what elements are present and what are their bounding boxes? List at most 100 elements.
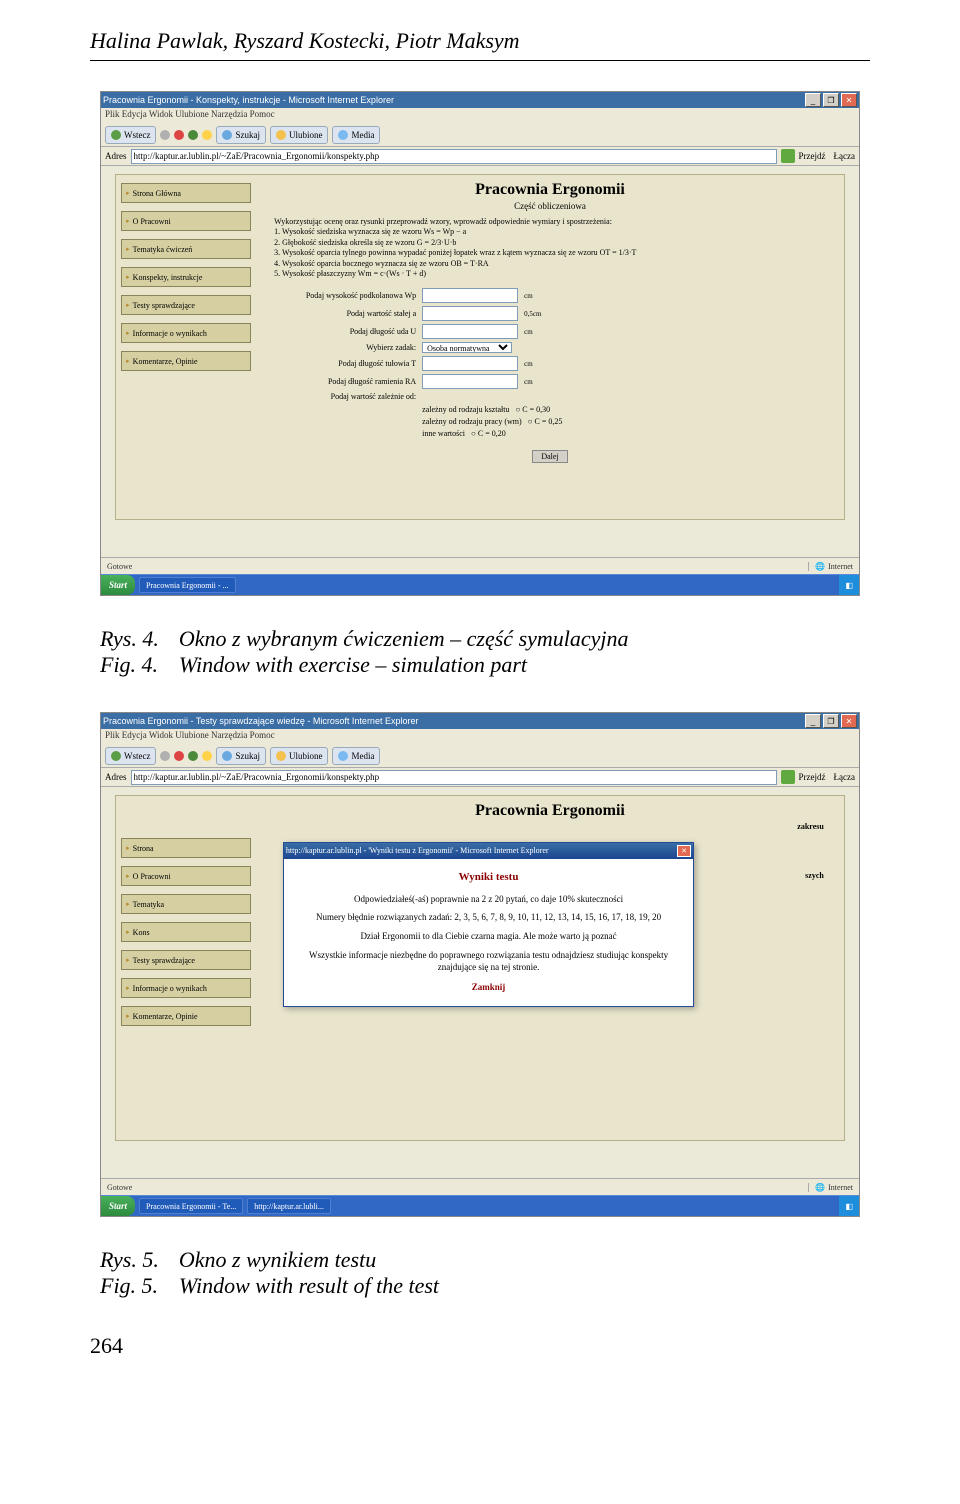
links-label[interactable]: Łącza: [834, 151, 855, 161]
radio-group: zależny od rodzaju kształtu ○ C = 0,30 z…: [266, 404, 834, 440]
result-popup: http://kaptur.ar.lublin.pl - 'Wyniki tes…: [283, 842, 694, 1007]
address-input[interactable]: [131, 770, 777, 785]
go-button[interactable]: [781, 770, 795, 784]
popup-close-icon[interactable]: ✕: [677, 845, 691, 857]
address-bar: Adres Przejdź Łącza: [101, 768, 859, 787]
menu-bar[interactable]: Plik Edycja Widok Ulubione Narzędzia Pom…: [101, 108, 859, 124]
sidebar-item-tests[interactable]: Testy sprawdzające: [121, 295, 251, 315]
minimize-icon[interactable]: _: [805, 714, 821, 728]
feedback-text: Dział Ergonomii to dla Ciebie czarna mag…: [298, 930, 679, 943]
status-bar: Gotowe 🌐Internet: [101, 1178, 859, 1195]
media-icon: [338, 130, 348, 140]
refresh-icon[interactable]: [188, 130, 198, 140]
window-titlebar: Pracownia Ergonomii - Konspekty, instruk…: [101, 92, 859, 108]
maximize-icon[interactable]: ❐: [823, 714, 839, 728]
go-button[interactable]: [781, 149, 795, 163]
figure-5-screenshot: Pracownia Ergonomii - Testy sprawdzające…: [100, 712, 860, 1217]
favorites-button[interactable]: Ulubione: [270, 747, 329, 765]
sidebar-item-home[interactable]: Strona: [121, 838, 251, 858]
media-button[interactable]: Media: [332, 747, 380, 765]
home-icon[interactable]: [202, 751, 212, 761]
stop-icon[interactable]: [174, 751, 184, 761]
star-icon: [276, 130, 286, 140]
sidebar-item-comments[interactable]: Komentarze, Opinie: [121, 351, 251, 371]
media-icon: [338, 751, 348, 761]
forward-icon[interactable]: [160, 751, 170, 761]
popup-close-link[interactable]: Zamknij: [298, 982, 679, 992]
task-app[interactable]: Pracownia Ergonomii - ...: [139, 577, 236, 593]
taskbar: Start Pracownia Ergonomii - ... ◧: [101, 574, 859, 595]
tray-icon[interactable]: ◧: [845, 1202, 853, 1211]
task-app[interactable]: Pracownia Ergonomii - Te...: [139, 1198, 243, 1214]
system-tray: ◧: [839, 575, 859, 595]
stop-icon[interactable]: [174, 130, 184, 140]
sidebar-item-notes[interactable]: Konspekty, instrukcje: [121, 267, 251, 287]
u-input[interactable]: [422, 324, 518, 339]
system-tray: ◧: [839, 1196, 859, 1216]
popup-titlebar: http://kaptur.ar.lublin.pl - 'Wyniki tes…: [284, 843, 693, 859]
score-text: Odpowiedziałeś(-aś) poprawnie na 2 z 20 …: [298, 893, 679, 906]
search-icon: [222, 751, 232, 761]
close-icon[interactable]: ✕: [841, 93, 857, 107]
back-button[interactable]: Wstecz: [105, 747, 156, 765]
start-button[interactable]: Start: [101, 1196, 135, 1216]
search-icon: [222, 130, 232, 140]
tray-icon[interactable]: ◧: [845, 581, 853, 590]
wp-input[interactable]: [422, 288, 518, 303]
a-input[interactable]: [422, 306, 518, 321]
status-bar: Gotowe 🌐Internet: [101, 557, 859, 574]
media-button[interactable]: Media: [332, 126, 380, 144]
page-title: Pracownia Ergonomii: [266, 181, 834, 199]
sidebar-item-results[interactable]: Informacje o wynikach: [121, 978, 251, 998]
search-button[interactable]: Szukaj: [216, 747, 266, 765]
close-icon[interactable]: ✕: [841, 714, 857, 728]
back-button[interactable]: Wstecz: [105, 126, 156, 144]
sidebar-item-topics[interactable]: Tematyka: [121, 894, 251, 914]
ra-input[interactable]: [422, 374, 518, 389]
address-input[interactable]: [131, 149, 777, 164]
content-pane: Pracownia Ergonomii Część obliczeniowa W…: [256, 175, 844, 519]
sidebar: Strona Główna O Pracowni Tematyka ćwicze…: [116, 175, 256, 519]
address-label: Adres: [105, 772, 127, 782]
page-subtitle: Część obliczeniowa: [266, 201, 834, 211]
window-title: Pracownia Ergonomii - Testy sprawdzające…: [103, 716, 418, 726]
window-buttons: _ ❐ ✕: [805, 93, 857, 107]
refresh-icon[interactable]: [188, 751, 198, 761]
menu-bar[interactable]: Plik Edycja Widok Ulubione Narzędzia Pom…: [101, 729, 859, 745]
sidebar-item-comments[interactable]: Komentarze, Opinie: [121, 1006, 251, 1026]
favorites-button[interactable]: Ulubione: [270, 126, 329, 144]
page-title: Pracownia Ergonomii: [266, 802, 834, 820]
minimize-icon[interactable]: _: [805, 93, 821, 107]
sidebar-item-about[interactable]: O Pracowni: [121, 211, 251, 231]
address-bar: Adres Przejdź Łącza: [101, 147, 859, 166]
sidebar-item-about[interactable]: O Pracowni: [121, 866, 251, 886]
figure-4-caption: Rys. 4. Fig. 4. Okno z wybranym ćwiczeni…: [90, 626, 870, 678]
popup-heading: Wyniki testu: [298, 871, 679, 883]
window-buttons: _ ❐ ✕: [805, 714, 857, 728]
taskbar: Start Pracownia Ergonomii - Te... http:/…: [101, 1195, 859, 1216]
viewport: Strona Główna O Pracowni Tematyka ćwicze…: [101, 166, 859, 557]
back-icon: [111, 751, 121, 761]
sidebar-item-results[interactable]: Informacje o wynikach: [121, 323, 251, 343]
submit-button[interactable]: Dalej: [532, 450, 567, 463]
t-input[interactable]: [422, 356, 518, 371]
search-button[interactable]: Szukaj: [216, 126, 266, 144]
home-icon[interactable]: [202, 130, 212, 140]
figure-4-screenshot: Pracownia Ergonomii - Konspekty, instruk…: [100, 91, 860, 596]
task-app[interactable]: http://kaptur.ar.lubli...: [247, 1198, 331, 1214]
zadak-select[interactable]: Osoba normatywna: [422, 342, 512, 353]
forward-icon[interactable]: [160, 130, 170, 140]
sidebar-item-topics[interactable]: Tematyka ćwiczeń: [121, 239, 251, 259]
sidebar-item-tests[interactable]: Testy sprawdzające: [121, 950, 251, 970]
start-button[interactable]: Start: [101, 575, 135, 595]
toolbar: Wstecz Szukaj Ulubione Media: [101, 745, 859, 768]
links-label[interactable]: Łącza: [834, 772, 855, 782]
sidebar-item-notes[interactable]: Kons: [121, 922, 251, 942]
window-title: Pracownia Ergonomii - Konspekty, instruk…: [103, 95, 394, 105]
wrong-list: Numery błędnie rozwiązanych zadań: 2, 3,…: [298, 911, 679, 924]
internet-zone-icon: 🌐: [815, 1183, 825, 1192]
maximize-icon[interactable]: ❐: [823, 93, 839, 107]
window-titlebar: Pracownia Ergonomii - Testy sprawdzające…: [101, 713, 859, 729]
sidebar-item-home[interactable]: Strona Główna: [121, 183, 251, 203]
running-header: Halina Pawlak, Ryszard Kostecki, Piotr M…: [90, 28, 870, 61]
